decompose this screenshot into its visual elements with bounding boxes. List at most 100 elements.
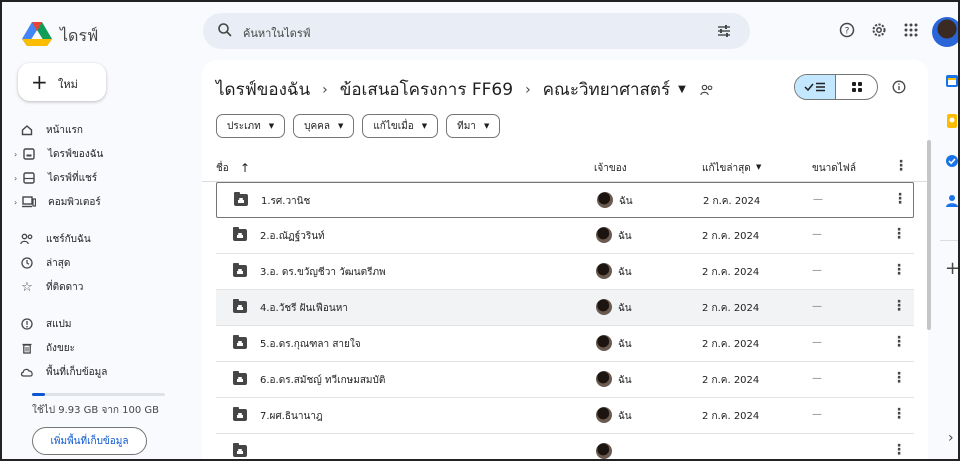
cloud-icon bbox=[20, 365, 34, 379]
owner-avatar bbox=[596, 299, 612, 315]
nav-shared-with-me[interactable]: แชร์กับฉัน bbox=[20, 229, 91, 249]
breadcrumb-parent[interactable]: ข้อเสนอโครงการ FF69 bbox=[340, 76, 513, 103]
dropdown-arrow-icon: ▼ bbox=[337, 122, 344, 130]
table-row[interactable]: 5.อ.ดร.กุณฑลา สายใจ ฉัน 2 ก.ค. 2024 — ⋮ bbox=[216, 326, 914, 362]
computer-icon bbox=[22, 195, 36, 209]
more-vert-icon[interactable]: ⋮ bbox=[892, 406, 906, 422]
row-owner: ฉัน bbox=[618, 303, 632, 314]
more-vert-icon[interactable]: ⋮ bbox=[892, 334, 906, 350]
nav-recent-label: ล่าสุด bbox=[46, 257, 71, 269]
info-icon[interactable] bbox=[892, 80, 906, 94]
nav-storage-label: พื้นที่เก็บข้อมูล bbox=[46, 366, 108, 378]
search-icon[interactable] bbox=[217, 22, 233, 38]
grid-view-button[interactable] bbox=[836, 75, 877, 99]
owner-avatar bbox=[597, 192, 613, 208]
folder-icon bbox=[233, 263, 247, 277]
list-view-button[interactable] bbox=[795, 75, 837, 99]
more-vert-icon[interactable]: ⋮ bbox=[893, 191, 907, 207]
row-modified: 2 ก.ค. 2024 bbox=[703, 196, 761, 207]
new-button[interactable]: + ใหม่ bbox=[18, 63, 106, 101]
search-input[interactable]: ค้นหาในไดรฟ์ bbox=[243, 24, 311, 42]
get-more-storage-button[interactable]: เพิ่มพื้นที่เก็บข้อมูล bbox=[32, 427, 147, 455]
table-row[interactable]: 7.ผศ.ธินานาฎ ฉัน 2 ก.ค. 2024 — ⋮ bbox=[216, 398, 914, 434]
filter-type[interactable]: ประเภท ▼ bbox=[216, 114, 286, 138]
expand-panel-icon[interactable]: › bbox=[948, 430, 954, 446]
table-row[interactable]: 1.รศ.วานิช ฉัน 2 ก.ค. 2024 — ⋮ bbox=[216, 182, 914, 218]
folder-icon bbox=[233, 335, 247, 349]
chevron-right-icon: › bbox=[525, 81, 531, 98]
settings-icon[interactable] bbox=[871, 22, 887, 38]
nav-trash-label: ถังขยะ bbox=[46, 342, 76, 354]
nav-computers[interactable]: › คอมพิวเตอร์ bbox=[14, 192, 101, 212]
row-size: — bbox=[812, 409, 822, 420]
row-modified: 2 ก.ค. 2024 bbox=[702, 375, 760, 386]
home-icon bbox=[20, 123, 34, 137]
row-size: — bbox=[813, 194, 823, 205]
expand-icon[interactable]: › bbox=[14, 150, 22, 159]
owner-avatar bbox=[596, 263, 612, 279]
filter-source-label: ทีมา bbox=[457, 120, 476, 132]
scrollbar[interactable] bbox=[927, 140, 931, 330]
filter-icon[interactable] bbox=[716, 23, 732, 39]
table-row[interactable]: 3.อ. ดร.ขวัญชีวา วัฒนตรีภพ ฉัน 2 ก.ค. 20… bbox=[216, 254, 914, 290]
row-modified: 2 ก.ค. 2024 bbox=[702, 231, 760, 242]
more-vert-icon[interactable]: ⋮ bbox=[892, 442, 906, 458]
more-vert-icon[interactable]: ⋮ bbox=[892, 226, 906, 242]
spam-icon bbox=[20, 317, 34, 331]
folder-icon bbox=[233, 299, 247, 313]
row-size: — bbox=[812, 229, 822, 240]
expand-icon[interactable]: › bbox=[14, 174, 22, 183]
row-name: 7.ผศ.ธินานาฎ bbox=[260, 411, 323, 422]
nav-my-drive[interactable]: › ไดรฟ์ของฉัน bbox=[14, 144, 103, 164]
more-vert-icon[interactable]: ⋮ bbox=[892, 262, 906, 278]
nav-recent[interactable]: ล่าสุด bbox=[20, 253, 70, 273]
help-icon[interactable]: ? bbox=[839, 22, 855, 38]
nav-storage[interactable]: พื้นที่เก็บข้อมูล bbox=[20, 362, 107, 382]
breadcrumb-root[interactable]: ไดรฟ์ของฉัน bbox=[216, 76, 310, 103]
breadcrumb-current[interactable]: คณะวิทยาศาสตร์ ▼ bbox=[543, 76, 686, 103]
nav-spam[interactable]: สแปม bbox=[20, 314, 72, 334]
table-row[interactable]: ⋮ bbox=[216, 434, 914, 461]
star-icon: ☆ bbox=[21, 279, 33, 295]
table-row[interactable]: 2.อ.ณัฏฐ์วรินท์ ฉัน 2 ก.ค. 2024 — ⋮ bbox=[216, 218, 914, 254]
filter-modified[interactable]: แก้ไขเมื่อ ▼ bbox=[362, 114, 439, 138]
row-modified: 2 ก.ค. 2024 bbox=[702, 411, 760, 422]
add-addon-icon[interactable]: + bbox=[945, 258, 960, 279]
keep-icon[interactable] bbox=[944, 113, 960, 129]
calendar-icon[interactable] bbox=[944, 73, 960, 89]
rail-divider bbox=[940, 240, 960, 241]
row-owner: ฉัน bbox=[618, 411, 632, 422]
apps-icon[interactable] bbox=[903, 22, 919, 38]
expand-icon[interactable]: › bbox=[14, 198, 22, 207]
more-vert-icon[interactable]: ⋮ bbox=[892, 370, 906, 386]
dropdown-arrow-icon: ▼ bbox=[483, 122, 490, 130]
nav-computers-label: คอมพิวเตอร์ bbox=[48, 196, 101, 208]
row-modified: 2 ก.ค. 2024 bbox=[702, 303, 760, 314]
nav-starred[interactable]: ☆ ที่ติดดาว bbox=[20, 277, 83, 297]
view-toggle[interactable] bbox=[794, 74, 878, 100]
sort-arrow-icon[interactable]: ↑ bbox=[240, 161, 250, 175]
column-size[interactable]: ขนาดไฟล์ bbox=[812, 161, 856, 176]
nav-home[interactable]: หน้าแรก bbox=[20, 120, 83, 140]
nav-trash[interactable]: ถังขยะ bbox=[20, 338, 75, 358]
filter-source[interactable]: ทีมา ▼ bbox=[446, 114, 501, 138]
nav-shared-drives[interactable]: › ไดรฟ์ที่แชร์ bbox=[14, 168, 97, 188]
folder-icon bbox=[233, 407, 247, 421]
table-row[interactable]: 6.อ.ดร.สมัชญ์ ทวีเกษมสมบัติ ฉัน 2 ก.ค. 2… bbox=[216, 362, 914, 398]
search-bar[interactable]: ค้นหาในไดรฟ์ bbox=[203, 13, 750, 49]
row-owner: ฉัน bbox=[619, 196, 633, 207]
column-name[interactable]: ชื่อ bbox=[216, 161, 229, 176]
contacts-icon[interactable] bbox=[944, 193, 960, 209]
drive-logo[interactable] bbox=[22, 22, 52, 46]
more-vert-icon[interactable]: ⋮ bbox=[892, 298, 906, 314]
folder-icon bbox=[233, 227, 247, 241]
column-owner[interactable]: เจ้าของ bbox=[594, 161, 627, 176]
people-icon bbox=[20, 232, 34, 246]
tasks-icon[interactable] bbox=[944, 153, 960, 169]
column-options-icon[interactable]: ⋮ bbox=[894, 158, 908, 174]
list-view-icon bbox=[804, 82, 825, 92]
column-modified[interactable]: แก้ไขล่าสุด bbox=[702, 161, 751, 176]
table-row[interactable]: 4.อ.วัชรี ฝันเฟือนหา ฉัน 2 ก.ค. 2024 — ⋮ bbox=[216, 290, 914, 326]
account-avatar[interactable] bbox=[932, 17, 960, 47]
filter-people[interactable]: บุคคล ▼ bbox=[293, 114, 355, 138]
